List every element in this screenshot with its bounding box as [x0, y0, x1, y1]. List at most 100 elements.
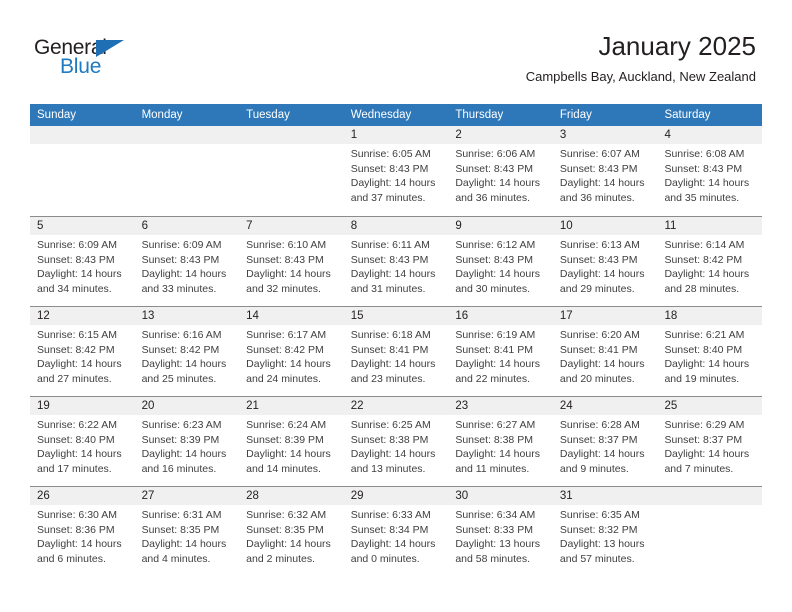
daylight-minutes: and 4 minutes.	[141, 552, 211, 565]
day-number-band	[134, 126, 240, 144]
daylight-hours: Daylight: 14 hours	[350, 448, 436, 461]
day-number: 5	[37, 220, 44, 232]
sunset-time: Sunset: 8:41 PM	[559, 343, 638, 356]
daylight-minutes: and 13 minutes.	[350, 462, 426, 475]
daylight-minutes: and 36 minutes.	[455, 191, 531, 204]
sunset-time: Sunset: 8:41 PM	[455, 343, 533, 356]
calendar-day-cell[interactable]: 22 Sunrise: 6:25 AM Sunset: 8:38 PM Dayligh…	[343, 397, 449, 486]
calendar-day-cell[interactable]: 12 Sunrise: 6:15 AM Sunset: 8:42 PM Dayligh…	[30, 307, 135, 396]
calendar-day-cell[interactable]: 29 Sunrise: 6:33 AM Sunset: 8:34 PM Dayligh…	[343, 487, 449, 576]
page-header: General Blue January 2025 Campbells Bay,…	[0, 0, 792, 104]
calendar-day-cell[interactable]: 1 Sunrise: 6:05 AM Sunset: 8:43 PM Daylight…	[343, 126, 449, 216]
sunset-time: Sunset: 8:37 PM	[664, 433, 743, 446]
calendar-day-cell[interactable]: 9 Sunrise: 6:12 AM Sunset: 8:43 PM Daylight…	[448, 217, 553, 306]
sunset-time: Sunset: 8:43 PM	[455, 162, 533, 175]
sunset-time: Sunset: 8:37 PM	[559, 433, 638, 446]
sunset-time: Sunset: 8:42 PM	[246, 343, 324, 356]
daylight-minutes: and 19 minutes.	[664, 372, 740, 385]
day-detail-text: Sunrise: 6:08 AM Sunset: 8:43 PM Daylight:…	[657, 144, 762, 205]
calendar-day-cell[interactable]: 15 Sunrise: 6:18 AM Sunset: 8:41 PM Dayligh…	[343, 307, 449, 396]
day-of-week-header-row: Sunday Monday Tuesday Wednesday Thursday Frid…	[30, 104, 762, 126]
day-number: 31	[559, 490, 573, 502]
calendar-day-cell[interactable]: 8 Sunrise: 6:11 AM Sunset: 8:43 PM Daylight…	[343, 217, 449, 306]
daylight-minutes: and 37 minutes.	[350, 191, 426, 204]
calendar-day-cell[interactable]: 4 Sunrise: 6:08 AM Sunset: 8:43 PM Daylight…	[657, 126, 763, 216]
calendar-day-cell[interactable]: 14 Sunrise: 6:17 AM Sunset: 8:42 PM Dayligh…	[239, 307, 344, 396]
sunrise-time: Sunrise: 6:08 AM	[664, 148, 745, 160]
calendar-day-cell[interactable]: 20 Sunrise: 6:23 AM Sunset: 8:39 PM Dayligh…	[134, 397, 240, 486]
day-number-band: 9	[448, 217, 553, 235]
calendar-day-cell[interactable]: 18 Sunrise: 6:21 AM Sunset: 8:40 PM Dayligh…	[657, 307, 763, 396]
daylight-hours: Daylight: 14 hours	[559, 268, 645, 281]
calendar-day-cell[interactable]: 17 Sunrise: 6:20 AM Sunset: 8:41 PM Dayligh…	[552, 307, 658, 396]
daylight-minutes: and 28 minutes.	[664, 282, 740, 295]
day-number-band: 25	[657, 397, 763, 415]
day-number: 26	[37, 490, 50, 502]
calendar-day-cell[interactable]: 26 Sunrise: 6:30 AM Sunset: 8:36 PM Dayligh…	[30, 487, 135, 576]
calendar-week-row: 12 Sunrise: 6:15 AM Sunset: 8:42 PM Dayligh…	[30, 306, 763, 396]
daylight-minutes: and 31 minutes.	[350, 282, 426, 295]
day-number-band: 2	[448, 126, 553, 144]
day-number: 15	[350, 310, 364, 322]
daylight-minutes: and 24 minutes.	[246, 372, 321, 385]
calendar-day-cell[interactable]: 21 Sunrise: 6:24 AM Sunset: 8:39 PM Dayligh…	[239, 397, 344, 486]
sunset-time: Sunset: 8:32 PM	[559, 523, 638, 536]
day-number-band: 13	[134, 307, 240, 325]
calendar-day-cell[interactable]: 28 Sunrise: 6:32 AM Sunset: 8:35 PM Dayligh…	[239, 487, 344, 576]
page-title: January 2025	[598, 31, 756, 61]
sunrise-time: Sunrise: 6:19 AM	[455, 329, 536, 341]
day-of-week-header-saturday: Saturday	[664, 109, 711, 121]
calendar-day-cell[interactable]: 27 Sunrise: 6:31 AM Sunset: 8:35 PM Dayligh…	[134, 487, 240, 576]
day-detail-text: Sunrise: 6:31 AM Sunset: 8:35 PM Daylight:…	[135, 505, 240, 566]
sunrise-sunset-calendar: Sunday Monday Tuesday Wednesday Thursday Frid…	[30, 104, 763, 576]
location-subtitle: Campbells Bay, Auckland, New Zealand	[525, 69, 756, 84]
calendar-day-cell[interactable]: 13 Sunrise: 6:16 AM Sunset: 8:42 PM Dayligh…	[134, 307, 240, 396]
day-number-band: 22	[343, 397, 449, 415]
day-number-band: 29	[343, 487, 449, 505]
day-detail-text: Sunrise: 6:32 AM Sunset: 8:35 PM Daylight:…	[239, 505, 344, 566]
day-detail-text: Sunrise: 6:09 AM Sunset: 8:43 PM Daylight:…	[135, 235, 240, 296]
calendar-day-cell[interactable]: 24 Sunrise: 6:28 AM Sunset: 8:37 PM Dayligh…	[552, 397, 658, 486]
day-number-band	[239, 126, 344, 144]
daylight-hours: Daylight: 14 hours	[350, 268, 436, 281]
sunrise-time: Sunrise: 6:16 AM	[141, 329, 222, 341]
day-number-band: 3	[552, 126, 658, 144]
day-number-band: 4	[657, 126, 763, 144]
daylight-hours: Daylight: 14 hours	[141, 448, 227, 461]
day-number: 22	[350, 400, 364, 412]
day-detail-text: Sunrise: 6:28 AM Sunset: 8:37 PM Daylight:…	[553, 415, 658, 476]
calendar-day-cell[interactable]: 11 Sunrise: 6:14 AM Sunset: 8:42 PM Dayligh…	[657, 217, 763, 306]
calendar-week-row: 1 Sunrise: 6:05 AM Sunset: 8:43 PM Daylight…	[30, 126, 763, 216]
day-detail-text: Sunrise: 6:21 AM Sunset: 8:40 PM Daylight:…	[657, 325, 762, 386]
day-detail-text: Sunrise: 6:09 AM Sunset: 8:43 PM Daylight:…	[30, 235, 135, 296]
day-detail-text: Sunrise: 6:25 AM Sunset: 8:38 PM Daylight:…	[344, 415, 449, 476]
day-number: 3	[559, 129, 567, 141]
day-number-band: 11	[657, 217, 763, 235]
calendar-day-cell[interactable]: 30 Sunrise: 6:34 AM Sunset: 8:33 PM Dayligh…	[448, 487, 553, 576]
sunrise-time: Sunrise: 6:33 AM	[350, 509, 431, 521]
sunset-time: Sunset: 8:43 PM	[455, 253, 533, 266]
calendar-day-cell[interactable]: 3 Sunrise: 6:07 AM Sunset: 8:43 PM Daylight…	[552, 126, 658, 216]
calendar-day-cell[interactable]: 5 Sunrise: 6:09 AM Sunset: 8:43 PM Daylight…	[30, 217, 135, 306]
day-of-week-header-friday: Friday	[559, 109, 592, 121]
day-number-band: 20	[134, 397, 240, 415]
sunrise-time: Sunrise: 6:34 AM	[455, 509, 536, 521]
calendar-day-cell[interactable]: 31 Sunrise: 6:35 AM Sunset: 8:32 PM Dayligh…	[552, 487, 658, 576]
day-detail-text: Sunrise: 6:14 AM Sunset: 8:42 PM Daylight:…	[657, 235, 762, 296]
sunset-time: Sunset: 8:33 PM	[455, 523, 533, 536]
day-number: 18	[664, 310, 678, 322]
day-number-band: 30	[448, 487, 553, 505]
calendar-day-cell[interactable]: 7 Sunrise: 6:10 AM Sunset: 8:43 PM Daylight…	[239, 217, 344, 306]
calendar-day-cell[interactable]: 6 Sunrise: 6:09 AM Sunset: 8:43 PM Daylight…	[134, 217, 240, 306]
calendar-day-cell[interactable]: 16 Sunrise: 6:19 AM Sunset: 8:41 PM Dayligh…	[448, 307, 553, 396]
day-detail-text: Sunrise: 6:10 AM Sunset: 8:43 PM Daylight:…	[239, 235, 344, 296]
calendar-day-cell[interactable]: 23 Sunrise: 6:27 AM Sunset: 8:38 PM Dayligh…	[448, 397, 553, 486]
daylight-minutes: and 34 minutes.	[37, 282, 112, 295]
day-number-band: 14	[239, 307, 344, 325]
calendar-day-cell[interactable]: 10 Sunrise: 6:13 AM Sunset: 8:43 PM Dayligh…	[552, 217, 658, 306]
calendar-day-cell[interactable]: 2 Sunrise: 6:06 AM Sunset: 8:43 PM Daylight…	[448, 126, 553, 216]
sunrise-time: Sunrise: 6:14 AM	[664, 239, 745, 251]
daylight-minutes: and 27 minutes.	[37, 372, 112, 385]
calendar-day-cell[interactable]: 19 Sunrise: 6:22 AM Sunset: 8:40 PM Dayligh…	[30, 397, 135, 486]
calendar-day-cell[interactable]: 25 Sunrise: 6:29 AM Sunset: 8:37 PM Dayligh…	[657, 397, 763, 486]
